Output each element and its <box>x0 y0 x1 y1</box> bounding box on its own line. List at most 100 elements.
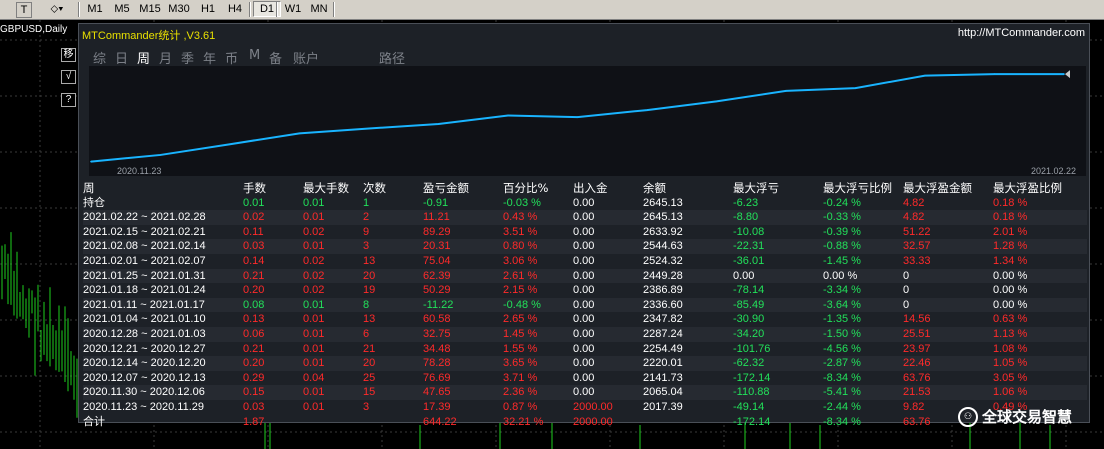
table-row[interactable]: 2021.01.04 ~ 2021.01.10 0.13 0.01 13 60.58 2.… <box>83 312 1087 327</box>
cell-col-11: 0.00 % <box>993 298 1028 311</box>
table-row[interactable]: 2020.12.28 ~ 2021.01.03 0.06 0.01 6 32.75 1.4… <box>83 326 1087 342</box>
column-header[interactable]: 最大浮亏比例 <box>823 181 892 195</box>
cell-col-1: 0.01 <box>243 196 265 209</box>
table-row[interactable]: 2021.01.11 ~ 2021.01.17 0.08 0.01 8 -11.22 -0… <box>83 297 1087 313</box>
cell-col-5: 3.06 % <box>503 254 538 267</box>
cell-col-8: -49.14 <box>733 400 765 413</box>
period-tab-7[interactable]: M <box>249 48 260 63</box>
cell-col-3: 6 <box>363 327 370 340</box>
text-tool-icon[interactable]: T <box>16 2 32 18</box>
cell-col-4: 644.22 <box>423 415 457 428</box>
shapes-tool-icon[interactable]: ⬦▾ <box>44 2 70 16</box>
cell-col-6: 0.00 <box>573 327 595 340</box>
cell-col-1: 0.20 <box>243 357 265 370</box>
cell-col-7: 2141.73 <box>643 371 683 384</box>
cell-col-6: 0.00 <box>573 386 595 399</box>
table-row[interactable]: 2021.02.08 ~ 2021.02.14 0.03 0.01 3 20.31 0.8… <box>83 239 1087 254</box>
cell-col-5: 3.51 % <box>503 225 538 238</box>
cell-col-4: 89.29 <box>423 225 451 238</box>
cell-col-11: 1.13 % <box>993 327 1028 340</box>
timeframe-button-m1[interactable]: M1 <box>82 1 108 17</box>
cell-col-6: 2000.00 <box>573 400 613 413</box>
table-row[interactable]: 2020.11.23 ~ 2020.11.29 0.03 0.01 3 17.39 0.8… <box>83 400 1087 415</box>
cell-col-3: 20 <box>363 269 376 282</box>
cell-col-11: 1.05 % <box>993 357 1028 370</box>
cell-col-6: 0.00 <box>573 254 595 267</box>
cell-col-5: 3.65 % <box>503 357 538 370</box>
cell-col-9: -4.56 % <box>823 342 861 355</box>
table-row[interactable]: 2020.11.30 ~ 2020.12.06 0.15 0.01 15 47.65 2.… <box>83 385 1087 400</box>
cell-col-2: 0.02 <box>303 225 325 238</box>
period-tab-3[interactable]: 月 <box>159 48 172 67</box>
column-header[interactable]: 最大浮盈金额 <box>903 181 972 195</box>
cell-col-10: 25.51 <box>903 327 931 340</box>
period-tab-0[interactable]: 综 <box>93 48 106 67</box>
equity-point <box>993 73 996 75</box>
timeframe-button-h1[interactable]: H1 <box>195 1 221 17</box>
table-row[interactable]: 2021.02.15 ~ 2021.02.21 0.11 0.02 9 89.29 3.5… <box>83 225 1087 240</box>
column-header[interactable]: 盈亏金额 <box>423 181 469 195</box>
table-row[interactable]: 2021.01.18 ~ 2021.01.24 0.20 0.02 19 50.29 2.… <box>83 283 1087 298</box>
column-header[interactable]: 周 <box>83 181 95 195</box>
cell-col-11: 0.00 % <box>993 284 1028 297</box>
timeframe-button-w1[interactable]: W1 <box>280 1 306 17</box>
column-header[interactable]: 余额 <box>643 181 666 195</box>
check-button[interactable]: √ <box>61 70 76 84</box>
column-header[interactable]: 出入金 <box>573 181 608 195</box>
website-link[interactable]: http://MTCommander.com <box>958 27 1085 39</box>
cell-col-5: 2.36 % <box>503 386 538 399</box>
cell-col-7: 2449.28 <box>643 269 683 282</box>
table-row[interactable]: 持仓 0.01 0.01 1 -0.91 -0.03 % 0.00 2645.13 -6.23 -… <box>83 196 1087 211</box>
cell-col-0: 持仓 <box>83 196 105 209</box>
table-row[interactable]: 2021.02.01 ~ 2021.02.07 0.14 0.02 13 75.04 3.… <box>83 254 1087 269</box>
equity-point <box>298 132 301 135</box>
column-header[interactable]: 最大手数 <box>303 181 349 195</box>
help-button[interactable]: ? <box>61 93 76 107</box>
cell-col-4: 20.31 <box>423 240 451 253</box>
timeframe-button-m5[interactable]: M5 <box>109 1 135 17</box>
cell-col-8: -36.01 <box>733 254 765 267</box>
cell-col-8: -10.08 <box>733 225 765 238</box>
cell-col-9: -1.50 % <box>823 327 861 340</box>
cell-col-9: -0.33 % <box>823 211 861 224</box>
period-tab-6[interactable]: 币 <box>225 48 238 67</box>
cell-col-1: 0.06 <box>243 327 265 340</box>
timeframe-button-h4[interactable]: H4 <box>222 1 248 17</box>
cell-col-8: -172.14 <box>733 371 771 384</box>
cell-col-1: 1.87 <box>243 415 265 428</box>
table-row[interactable]: 2021.01.25 ~ 2021.01.31 0.21 0.02 20 62.39 2.… <box>83 268 1087 284</box>
table-row[interactable]: 2020.12.14 ~ 2020.12.20 0.20 0.01 20 78.28 3.… <box>83 356 1087 371</box>
period-tab-10[interactable]: 路径 <box>379 48 405 67</box>
period-tab-2[interactable]: 周 <box>137 48 150 67</box>
timeframe-button-mn[interactable]: MN <box>306 1 332 17</box>
cell-col-7: 2645.13 <box>643 196 683 209</box>
toolbar-separator <box>249 2 251 17</box>
cell-col-7: 2386.89 <box>643 284 683 297</box>
column-header[interactable]: 手数 <box>243 181 266 195</box>
cell-col-10: 14.56 <box>903 313 931 326</box>
timeframe-button-m15[interactable]: M15 <box>137 1 163 17</box>
move-button[interactable]: 移 <box>61 48 76 62</box>
cell-col-4: -0.91 <box>423 196 449 209</box>
cell-col-9: -2.44 % <box>823 400 861 413</box>
table-row[interactable]: 2021.02.22 ~ 2021.02.28 0.02 0.01 2 11.21 0.4… <box>83 210 1087 225</box>
cell-col-7: 2347.82 <box>643 313 683 326</box>
column-header[interactable]: 次数 <box>363 181 386 195</box>
timeframe-button-m30[interactable]: M30 <box>166 1 192 17</box>
table-row[interactable]: 2020.12.07 ~ 2020.12.13 0.29 0.04 25 76.69 3.… <box>83 371 1087 386</box>
cell-col-9: -0.39 % <box>823 225 861 238</box>
column-header[interactable]: 最大浮盈比例 <box>993 181 1062 195</box>
period-tab-8[interactable]: 备 <box>269 48 282 67</box>
cell-col-10: 51.22 <box>903 225 931 238</box>
cell-col-0: 2021.01.18 ~ 2021.01.24 <box>83 284 206 297</box>
table-row[interactable]: 2020.12.21 ~ 2020.12.27 0.21 0.01 21 34.48 1.… <box>83 342 1087 357</box>
cell-col-6: 0.00 <box>573 284 595 297</box>
cell-col-4: 62.39 <box>423 269 451 282</box>
period-tab-4[interactable]: 季 <box>181 48 194 67</box>
period-tab-9[interactable]: 账户 <box>293 48 319 67</box>
period-tab-5[interactable]: 年 <box>203 48 216 67</box>
period-tab-1[interactable]: 日 <box>115 48 128 67</box>
column-header[interactable]: 百分比% <box>503 181 548 195</box>
cell-col-8: -85.49 <box>733 298 765 311</box>
column-header[interactable]: 最大浮亏 <box>733 181 779 195</box>
